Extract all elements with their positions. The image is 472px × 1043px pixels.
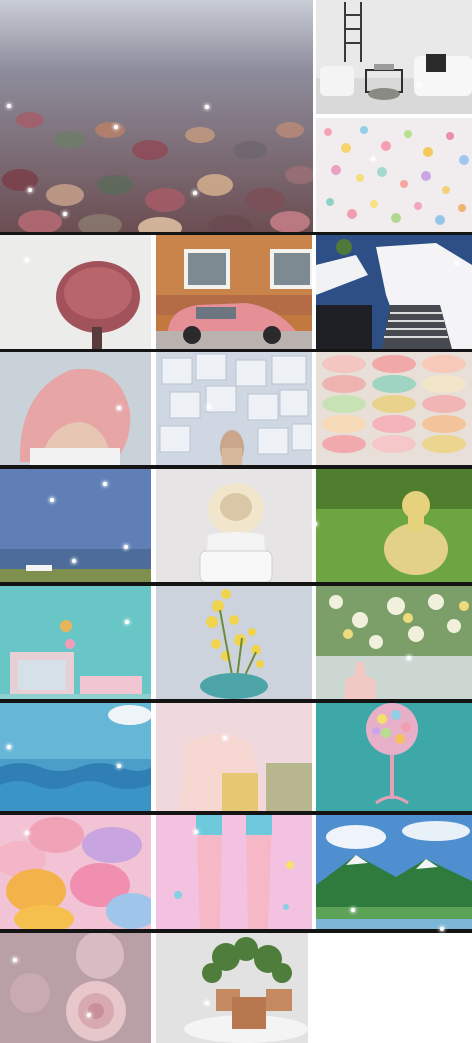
pink-umbrella-photo[interactable]: pink-umbrella-photo: [0, 235, 151, 349]
ocean-waves-photo[interactable]: ocean-waves-photo: [0, 703, 151, 811]
mountain-lake-photo[interactable]: mountain-lake-photo: [316, 815, 472, 929]
waves-image: [0, 703, 151, 811]
white-stairs-photo[interactable]: white-stairs-photo: [316, 235, 472, 349]
pebbles-image: [0, 0, 313, 232]
sky-image: [0, 469, 151, 582]
white-cubes-photo[interactable]: white-cubes-photo: [156, 352, 312, 465]
interior-image: [316, 0, 472, 114]
macarons-image: [316, 352, 472, 465]
duckling-image: [316, 469, 472, 582]
rose-image: [0, 933, 151, 1043]
hair-image: [0, 352, 151, 465]
colorful-macarons-photo[interactable]: colorful-macarons-photo: [0, 815, 151, 929]
vase-image: [156, 586, 312, 699]
roses-image: [316, 586, 472, 699]
pink-car-photo[interactable]: pink-car-photo: [156, 235, 312, 349]
yellow-flowers-vase-photo[interactable]: yellow-flowers-vase-photo: [156, 586, 312, 699]
macarons-image: [0, 815, 151, 929]
pastel-girl-photo[interactable]: pastel-girl-photo: [156, 703, 312, 811]
white-living-room-photo[interactable]: white-living-room-photo: [316, 0, 472, 114]
cubes-image: [156, 352, 312, 465]
plants-image: [156, 933, 308, 1043]
candy-balloon-photo[interactable]: candy-balloon-photo: [316, 703, 472, 811]
pink-rose-photo[interactable]: pink-rose-photo: [0, 933, 151, 1043]
confetti-image: [316, 118, 472, 232]
stairs-image: [316, 235, 472, 349]
duckling-photo[interactable]: duckling-photo: [316, 469, 472, 582]
candy-image: [316, 703, 472, 811]
pastel-legs-photo[interactable]: pastel-legs-photo: [156, 815, 312, 929]
desk-image: [0, 586, 151, 699]
hat-image: [156, 469, 312, 582]
car-image: [156, 235, 312, 349]
mountain-image: [316, 815, 472, 929]
pink-hair-photo[interactable]: pink-hair-photo: [0, 352, 151, 465]
sun-hat-photo[interactable]: sun-hat-photo: [156, 469, 312, 582]
girl-image: [156, 703, 312, 811]
potted-plants-photo[interactable]: potted-plants-photo: [156, 933, 308, 1043]
umbrella-image: [0, 235, 151, 349]
white-roses-hand-photo[interactable]: white-roses-hand-photo: [316, 586, 472, 699]
legs-image: [156, 815, 312, 929]
photo-gallery-grid: pebbles-shore-photo white-living-room-ph…: [0, 0, 472, 1043]
blue-sky-field-photo[interactable]: blue-sky-field-photo: [0, 469, 151, 582]
pebbles-shore-photo[interactable]: pebbles-shore-photo: [0, 0, 313, 232]
confetti-photo[interactable]: confetti-photo: [316, 118, 472, 232]
teal-desk-photo[interactable]: teal-desk-photo: [0, 586, 151, 699]
macarons-stack-photo[interactable]: macarons-stack-photo: [316, 352, 472, 465]
